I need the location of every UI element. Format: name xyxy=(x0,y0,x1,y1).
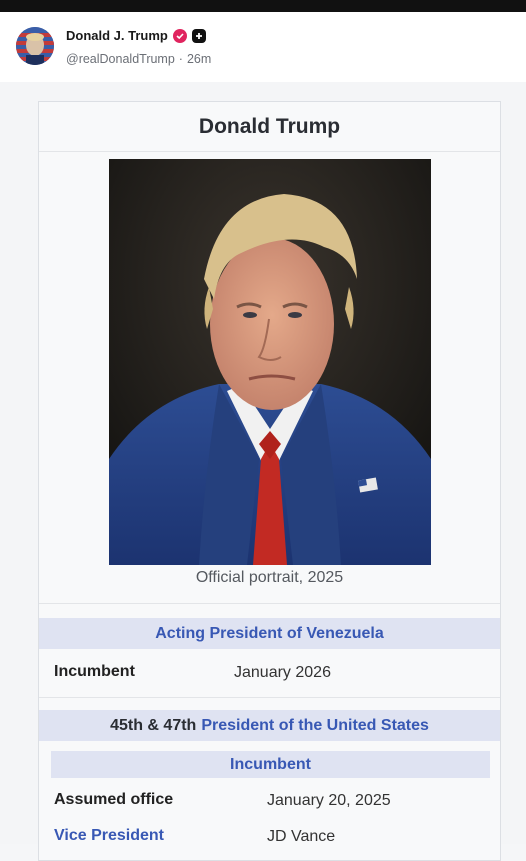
verified-badge-icon xyxy=(172,28,187,43)
section-header-venezuela[interactable]: Acting President of Venezuela xyxy=(39,618,500,649)
portrait-caption: Official portrait, 2025 xyxy=(195,569,344,586)
president-usa-link[interactable]: President of the United States xyxy=(201,717,429,735)
wikipedia-infobox: Donald Trump Official portrait, 2025 Act… xyxy=(38,101,501,861)
post-time[interactable]: 26m xyxy=(187,52,211,66)
display-name[interactable]: Donald J. Trump xyxy=(66,28,168,43)
avatar[interactable] xyxy=(16,27,54,65)
status-bar xyxy=(0,0,526,12)
assumed-office-label: Assumed office xyxy=(54,791,174,808)
incumbent-date: January 2026 xyxy=(234,664,331,681)
ordinal-prefix: 45th & 47th xyxy=(110,716,197,734)
incumbent-subheader-link[interactable]: Incumbent xyxy=(230,756,311,774)
vice-president-label[interactable]: Vice President xyxy=(54,827,164,845)
incumbent-subheader[interactable]: Incumbent xyxy=(51,751,490,778)
post-header: Donald J. Trump @realDonaldTrump · 26m xyxy=(0,12,526,82)
divider xyxy=(39,603,500,604)
official-portrait-image xyxy=(109,159,431,565)
divider xyxy=(39,697,500,698)
user-handle[interactable]: @realDonaldTrump xyxy=(66,52,175,66)
incumbent-label: Incumbent xyxy=(54,663,135,680)
venezuela-title-link[interactable]: Acting President of Venezuela xyxy=(155,625,384,643)
assumed-office-date: January 20, 2025 xyxy=(267,792,391,809)
meta-separator: · xyxy=(178,52,183,66)
vice-president-value[interactable]: JD Vance xyxy=(267,828,335,846)
infobox-title: Donald Trump xyxy=(39,102,500,152)
plus-badge-icon xyxy=(191,28,206,43)
avatar-image xyxy=(16,27,54,65)
section-header-usa: 45th & 47th President of the United Stat… xyxy=(39,710,500,741)
